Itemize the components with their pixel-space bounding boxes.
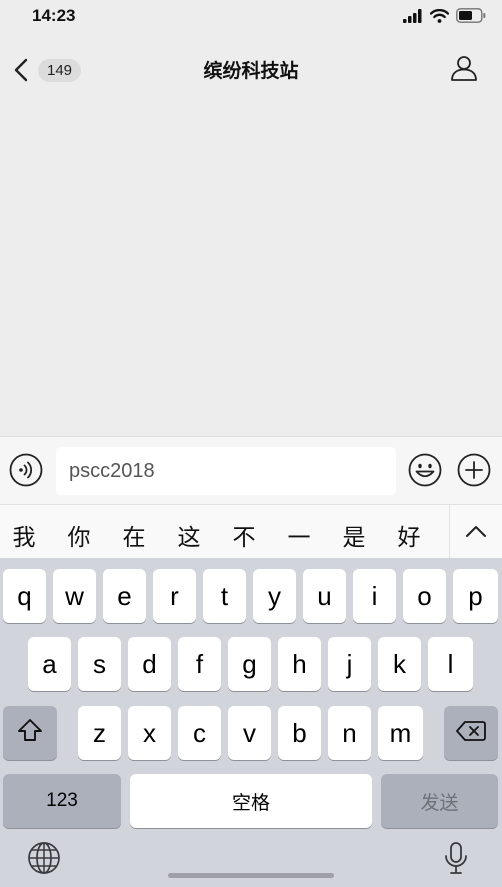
key-c[interactable]: c [178,706,221,760]
key-f[interactable]: f [178,637,221,691]
battery-icon [456,8,486,27]
backspace-key[interactable] [444,706,498,760]
candidate-word[interactable]: 是 [339,518,369,552]
key-b[interactable]: b [278,706,321,760]
key-o[interactable]: o [403,569,446,623]
shift-key[interactable] [3,706,57,760]
key-q[interactable]: q [3,569,46,623]
candidate-word[interactable]: 这 [174,518,204,552]
emoji-button[interactable] [408,453,442,487]
candidate-word[interactable]: 不 [229,518,259,552]
dictation-button[interactable] [443,841,469,877]
key-h[interactable]: h [278,637,321,691]
voice-icon [9,453,43,491]
candidate-word[interactable]: 好 [394,518,424,552]
key-r[interactable]: r [153,569,196,623]
wifi-icon [429,8,450,27]
globe-button[interactable] [27,841,63,877]
candidate-word[interactable]: 在 [119,518,149,552]
backspace-icon [456,718,486,749]
voice-button[interactable] [9,453,43,487]
profile-button[interactable] [450,54,480,84]
key-t[interactable]: t [203,569,246,623]
numbers-key[interactable]: 123 [3,774,121,828]
candidate-word[interactable]: 你 [64,518,94,552]
key-i[interactable]: i [353,569,396,623]
shift-icon [17,718,43,749]
chat-message-area[interactable] [0,104,502,436]
status-bar: 14:23 [0,0,502,34]
key-m[interactable]: m [378,706,423,760]
key-p[interactable]: p [453,569,498,623]
key-v[interactable]: v [228,706,271,760]
expand-candidates-button[interactable] [449,505,502,559]
key-s[interactable]: s [78,637,121,691]
key-e[interactable]: e [103,569,146,623]
send-key[interactable]: 发送 [381,774,498,828]
microphone-icon [443,842,469,881]
person-icon [450,56,478,86]
key-w[interactable]: w [53,569,96,623]
message-input[interactable] [56,447,396,495]
keyboard: q w e r t y u i o p a s d f g h j k l z … [0,558,502,887]
key-n[interactable]: n [328,706,371,760]
candidate-word[interactable]: 我 [9,518,39,552]
emoji-icon [408,453,442,491]
key-a[interactable]: a [28,637,71,691]
key-k[interactable]: k [378,637,421,691]
chevron-up-icon [465,523,487,542]
candidate-word[interactable]: 一 [284,518,314,552]
signal-icon [403,8,423,27]
key-j[interactable]: j [328,637,371,691]
key-l[interactable]: l [428,637,473,691]
home-indicator[interactable] [168,873,334,878]
status-icons [403,8,486,27]
key-u[interactable]: u [303,569,346,623]
key-y[interactable]: y [253,569,296,623]
status-time: 14:23 [32,6,76,25]
input-bar [0,436,502,504]
plus-icon [457,453,491,491]
chat-title: 缤纷科技站 [203,60,299,82]
more-button[interactable] [457,453,491,487]
key-z[interactable]: z [78,706,121,760]
candidate-bar: 我 你 在 这 不 一 是 好 [0,504,502,559]
key-g[interactable]: g [228,637,271,691]
key-x[interactable]: x [128,706,171,760]
nav-bar: 149 缤纷科技站 [0,34,502,104]
globe-icon [27,842,61,879]
space-key[interactable]: 空格 [130,774,372,828]
key-d[interactable]: d [128,637,171,691]
